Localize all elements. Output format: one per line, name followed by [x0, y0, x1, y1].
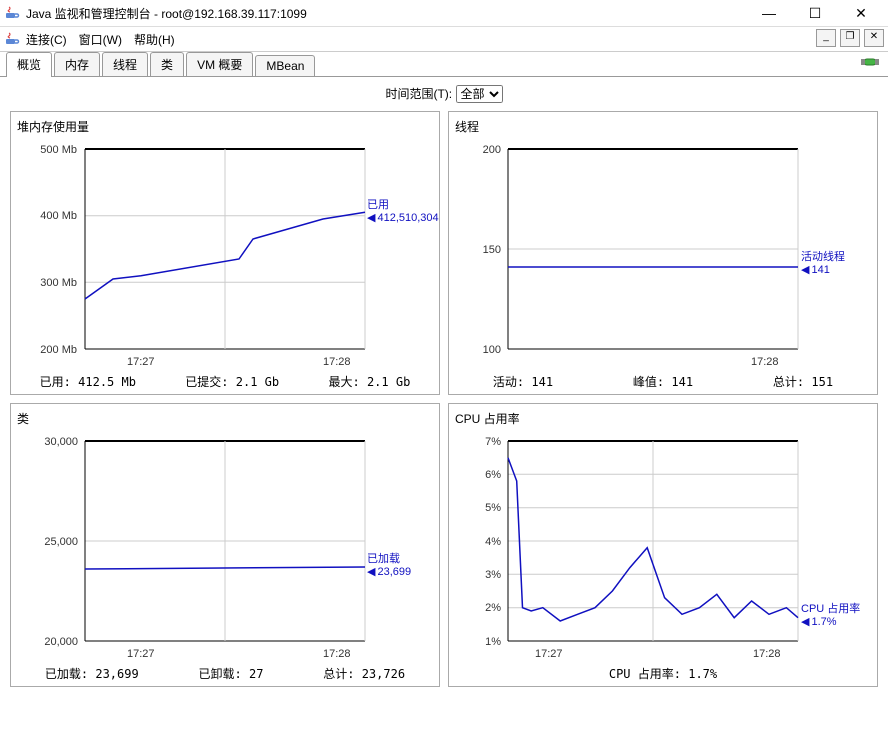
classes-title: 类: [17, 410, 435, 427]
java-icon: [4, 5, 20, 21]
tab-bar: 概览 内存 线程 类 VM 概要 MBean: [0, 52, 888, 77]
cpu-panel: CPU 占用率 7% 6% 5% 4% 3% 2% 1%: [444, 399, 882, 691]
svg-text:17:27: 17:27: [127, 648, 155, 660]
menu-bar: 连接(C) 窗口(W) 帮助(H) _ ❐ ✕: [0, 27, 888, 52]
mdi-close-button[interactable]: ✕: [864, 29, 884, 47]
svg-text:17:28: 17:28: [323, 356, 351, 368]
window-buttons: — ☐ ✕: [754, 5, 884, 22]
svg-text:200: 200: [483, 144, 501, 156]
classes-stats: 已加载: 23,699 已卸载: 27 总计: 23,726: [15, 661, 435, 684]
tab-classes[interactable]: 类: [150, 52, 184, 76]
title-bar: Java 监视和管理控制台 - root@192.168.39.117:1099…: [0, 0, 888, 27]
svg-text:17:28: 17:28: [323, 648, 351, 660]
mdi-minimize-button[interactable]: _: [816, 29, 836, 47]
svg-text:200 Mb: 200 Mb: [40, 344, 77, 356]
maximize-button[interactable]: ☐: [800, 5, 830, 22]
svg-text:20,000: 20,000: [44, 636, 78, 648]
cpu-callout: CPU 占用率 ◀1.7%: [801, 603, 860, 629]
heap-chart: 500 Mb 400 Mb 300 Mb 200 Mb 17:27 17:28: [15, 139, 435, 369]
tab-mbeans[interactable]: MBean: [255, 55, 315, 76]
svg-text:17:28: 17:28: [751, 356, 779, 368]
time-range-select[interactable]: 全部: [456, 85, 503, 103]
svg-text:300 Mb: 300 Mb: [40, 277, 77, 289]
svg-text:6%: 6%: [485, 469, 501, 481]
threads-callout: 活动线程 ◀141: [801, 251, 845, 277]
svg-text:7%: 7%: [485, 436, 501, 448]
heap-title: 堆内存使用量: [17, 118, 435, 135]
tab-memory[interactable]: 内存: [54, 52, 100, 76]
svg-text:5%: 5%: [485, 502, 501, 514]
svg-text:3%: 3%: [485, 569, 501, 581]
time-range-row: 时间范围(T): 全部: [0, 77, 888, 107]
tab-overview[interactable]: 概览: [6, 52, 52, 77]
cpu-stats: CPU 占用率: 1.7%: [453, 661, 873, 684]
svg-text:17:27: 17:27: [127, 356, 155, 368]
svg-text:4%: 4%: [485, 536, 501, 548]
svg-text:17:28: 17:28: [753, 648, 781, 660]
svg-text:100: 100: [483, 344, 501, 356]
minimize-button[interactable]: —: [754, 5, 784, 22]
java-icon: [4, 31, 20, 47]
svg-text:30,000: 30,000: [44, 436, 78, 448]
threads-stats: 活动: 141 峰值: 141 总计: 151: [453, 369, 873, 392]
cpu-title: CPU 占用率: [455, 410, 873, 427]
mdi-buttons: _ ❐ ✕: [816, 29, 884, 47]
svg-text:1%: 1%: [485, 636, 501, 648]
classes-callout: 已加载 ◀23,699: [367, 553, 411, 579]
svg-text:17:27: 17:27: [535, 648, 563, 660]
heap-panel: 堆内存使用量 500 Mb 400 Mb 300 Mb 200 Mb 17:27…: [6, 107, 444, 399]
menu-help[interactable]: 帮助(H): [134, 31, 175, 48]
mdi-restore-button[interactable]: ❐: [840, 29, 860, 47]
tab-threads[interactable]: 线程: [102, 52, 148, 76]
svg-text:400 Mb: 400 Mb: [40, 210, 77, 222]
window-title: Java 监视和管理控制台 - root@192.168.39.117:1099: [26, 5, 754, 22]
classes-chart: 30,000 25,000 20,000 17:27 17:28: [15, 431, 435, 661]
heap-stats: 已用: 412.5 Mb 已提交: 2.1 Gb 最大: 2.1 Gb: [15, 369, 435, 392]
svg-text:2%: 2%: [485, 602, 501, 614]
connection-icon: [860, 54, 880, 70]
menu-connect[interactable]: 连接(C): [26, 31, 67, 48]
heap-callout: 已用 ◀412,510,304: [367, 199, 439, 225]
tab-vm[interactable]: VM 概要: [186, 52, 253, 76]
time-range-label: 时间范围(T):: [385, 87, 452, 101]
svg-text:500 Mb: 500 Mb: [40, 144, 77, 156]
svg-text:25,000: 25,000: [44, 536, 78, 548]
threads-panel: 线程 200 150 100 17:28 活动线程 ◀141 活动: 141: [444, 107, 882, 399]
menu-window[interactable]: 窗口(W): [79, 31, 122, 48]
threads-title: 线程: [455, 118, 873, 135]
classes-panel: 类 30,000 25,000 20,000 17:27 17:28 已加载 ◀…: [6, 399, 444, 691]
close-button[interactable]: ✕: [846, 5, 876, 22]
charts-grid: 堆内存使用量 500 Mb 400 Mb 300 Mb 200 Mb 17:27…: [0, 107, 888, 691]
svg-text:150: 150: [483, 244, 501, 256]
